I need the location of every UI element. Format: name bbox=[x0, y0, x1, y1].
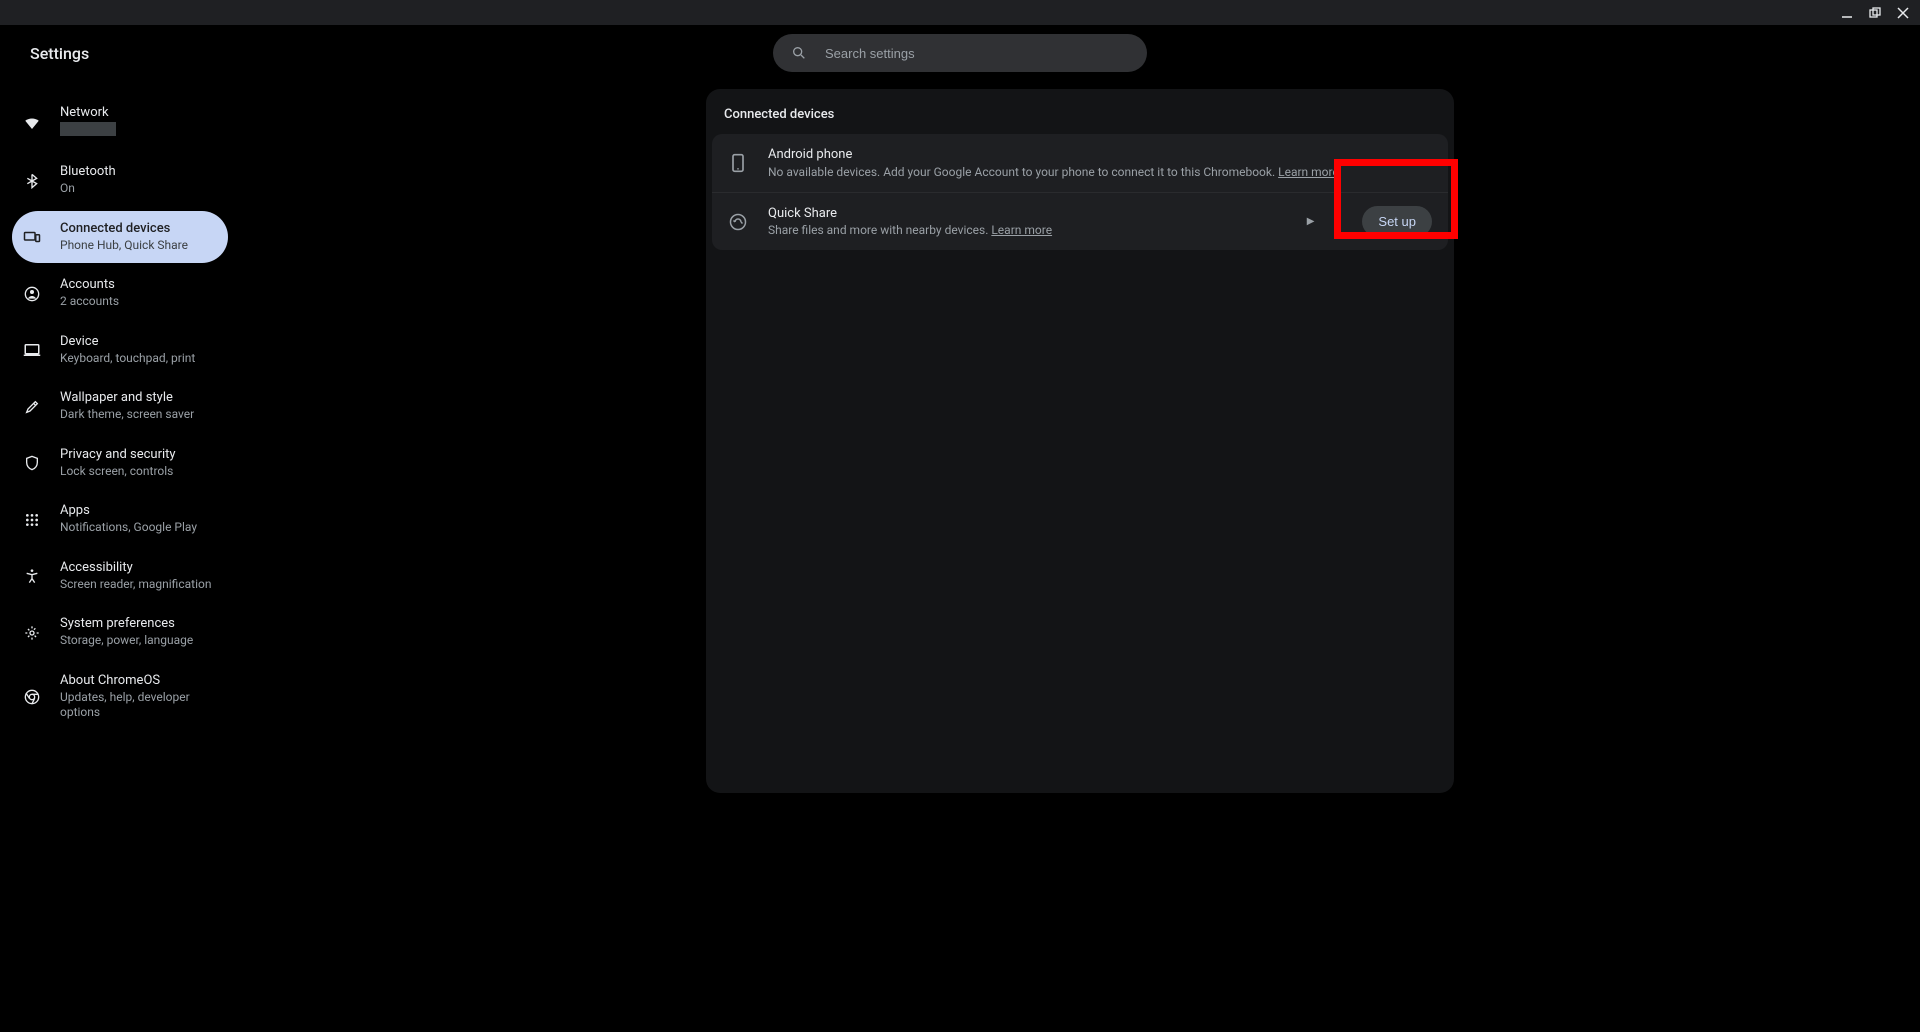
sidebar-item-device[interactable]: DeviceKeyboard, touchpad, print bbox=[12, 324, 228, 376]
sidebar-item-network[interactable]: Network bbox=[12, 95, 228, 150]
connected-devices-card: Connected devices Android phone No avail… bbox=[706, 89, 1454, 793]
row-desc: Share files and more with nearby devices… bbox=[768, 222, 1287, 238]
row-title: Quick Share bbox=[768, 205, 1287, 223]
sidebar-item-label: Accounts bbox=[60, 277, 119, 294]
accessibility-icon bbox=[22, 566, 42, 586]
devices-icon bbox=[22, 227, 42, 247]
phone-icon bbox=[728, 153, 748, 173]
sidebar-item-sublabel: Updates, help, developer options bbox=[60, 690, 218, 721]
learn-more-link[interactable]: Learn more bbox=[1278, 165, 1339, 179]
quickshare-icon bbox=[728, 212, 748, 232]
bluetooth-icon bbox=[22, 171, 42, 191]
gear-icon bbox=[22, 623, 42, 643]
sidebar: Network BluetoothOn Connected devicesPho… bbox=[0, 81, 240, 1032]
sidebar-item-accessibility[interactable]: AccessibilityScreen reader, magnificatio… bbox=[12, 550, 228, 602]
sidebar-item-system[interactable]: System preferencesStorage, power, langua… bbox=[12, 606, 228, 658]
brush-icon bbox=[22, 397, 42, 417]
sidebar-item-label: Network bbox=[60, 105, 116, 122]
sidebar-item-label: System preferences bbox=[60, 616, 193, 633]
sidebar-item-label: About ChromeOS bbox=[60, 673, 218, 690]
minimize-icon[interactable] bbox=[1840, 6, 1854, 20]
sidebar-item-wallpaper[interactable]: Wallpaper and styleDark theme, screen sa… bbox=[12, 380, 228, 432]
sidebar-item-connected-devices[interactable]: Connected devicesPhone Hub, Quick Share bbox=[12, 211, 228, 263]
sidebar-item-sublabel: On bbox=[60, 181, 116, 197]
apps-icon bbox=[22, 510, 42, 530]
chrome-icon bbox=[22, 687, 42, 707]
app-header: Settings bbox=[0, 25, 1920, 81]
redacted-text bbox=[60, 122, 116, 136]
row-desc: No available devices. Add your Google Ac… bbox=[768, 164, 1432, 180]
sidebar-item-label: Connected devices bbox=[60, 221, 188, 238]
sidebar-item-sublabel: Storage, power, language bbox=[60, 633, 193, 649]
search-field[interactable] bbox=[773, 34, 1147, 72]
app-title: Settings bbox=[30, 44, 89, 63]
row-title: Android phone bbox=[768, 146, 1432, 164]
sidebar-item-sublabel: Dark theme, screen saver bbox=[60, 407, 194, 423]
sidebar-item-apps[interactable]: AppsNotifications, Google Play bbox=[12, 493, 228, 545]
search-input[interactable] bbox=[825, 46, 1129, 61]
sidebar-item-accounts[interactable]: Accounts2 accounts bbox=[12, 267, 228, 319]
sidebar-item-sublabel: Notifications, Google Play bbox=[60, 520, 197, 536]
sidebar-item-label: Accessibility bbox=[60, 560, 211, 577]
close-icon[interactable] bbox=[1896, 6, 1910, 20]
sidebar-item-sublabel: Lock screen, controls bbox=[60, 464, 176, 480]
learn-more-link[interactable]: Learn more bbox=[991, 223, 1052, 237]
sidebar-item-label: Apps bbox=[60, 503, 197, 520]
shield-icon bbox=[22, 453, 42, 473]
account-icon bbox=[22, 284, 42, 304]
row-android-phone[interactable]: Android phone No available devices. Add … bbox=[712, 134, 1448, 192]
window-titlebar bbox=[0, 0, 1920, 25]
sidebar-item-sublabel: Keyboard, touchpad, print bbox=[60, 351, 195, 367]
sidebar-item-label: Privacy and security bbox=[60, 447, 176, 464]
set-up-button[interactable]: Set up bbox=[1362, 206, 1432, 237]
maximize-icon[interactable] bbox=[1868, 6, 1882, 20]
sidebar-item-sublabel: 2 accounts bbox=[60, 294, 119, 310]
sidebar-item-sublabel: Screen reader, magnification bbox=[60, 577, 211, 593]
sidebar-item-label: Device bbox=[60, 334, 195, 351]
search-icon bbox=[791, 45, 807, 61]
sidebar-item-privacy[interactable]: Privacy and securityLock screen, control… bbox=[12, 437, 228, 489]
wifi-icon bbox=[22, 113, 42, 133]
sidebar-item-sublabel: Phone Hub, Quick Share bbox=[60, 238, 188, 254]
row-quick-share[interactable]: Quick Share Share files and more with ne… bbox=[712, 192, 1448, 251]
section-title: Connected devices bbox=[706, 89, 1454, 134]
sidebar-item-bluetooth[interactable]: BluetoothOn bbox=[12, 154, 228, 206]
laptop-icon bbox=[22, 340, 42, 360]
sidebar-item-about[interactable]: About ChromeOSUpdates, help, developer o… bbox=[12, 663, 228, 731]
chevron-right-icon: ▶ bbox=[1307, 216, 1315, 227]
sidebar-item-label: Bluetooth bbox=[60, 164, 116, 181]
sidebar-item-label: Wallpaper and style bbox=[60, 390, 194, 407]
